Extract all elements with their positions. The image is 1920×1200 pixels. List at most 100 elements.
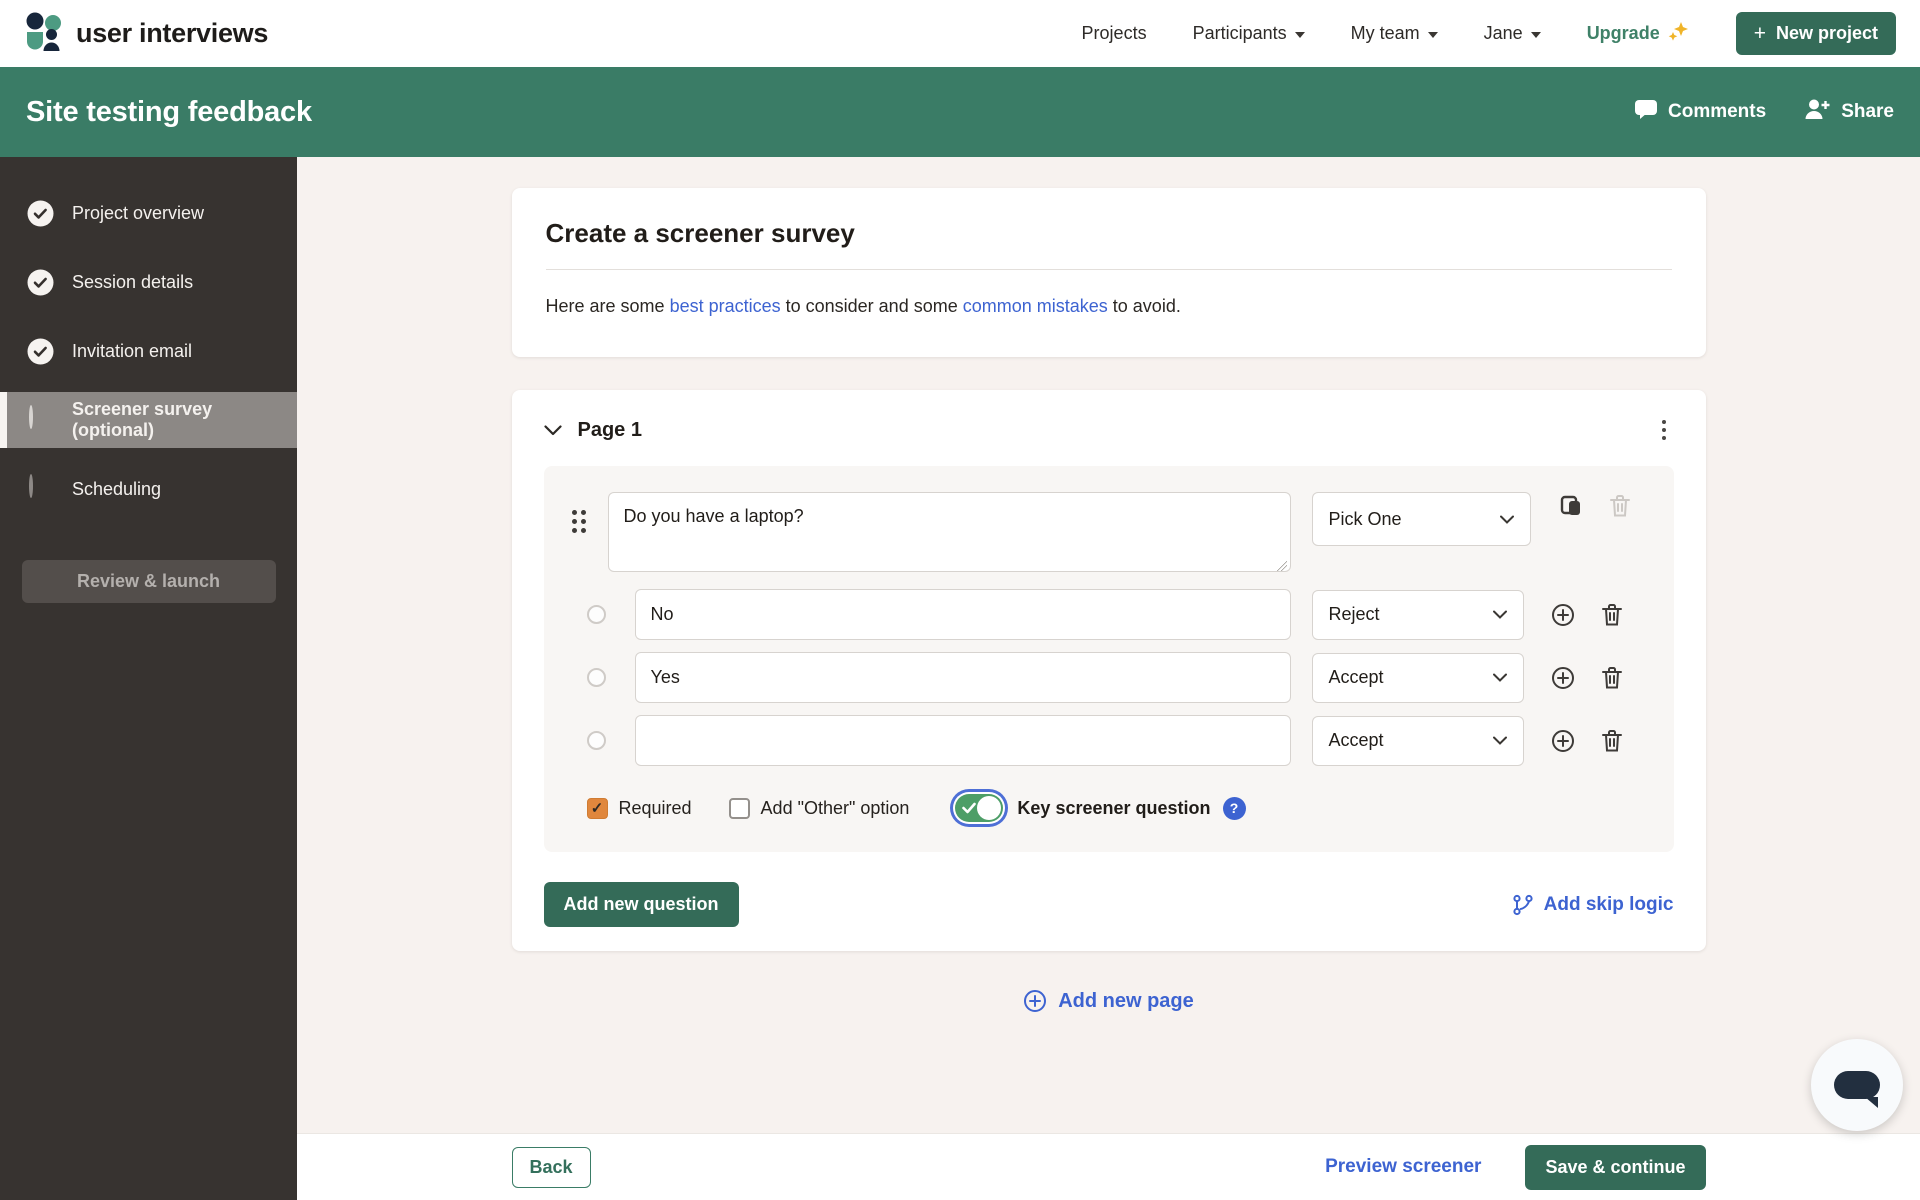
sparkles-icon	[1668, 20, 1690, 47]
required-checkbox[interactable]: ✓	[587, 798, 608, 819]
add-other-checkbox[interactable]	[729, 798, 750, 819]
comment-bubble-icon	[1634, 98, 1658, 126]
key-screener-toggle[interactable]	[955, 794, 1003, 822]
chat-bubble-icon	[1834, 1071, 1880, 1099]
add-option-button[interactable]	[1549, 601, 1577, 629]
option-action-select[interactable]: Accept	[1312, 716, 1524, 766]
question-panel: Do you have a laptop? Pick One	[544, 466, 1674, 852]
trash-icon	[1601, 729, 1623, 753]
option-action-select[interactable]: Accept	[1312, 653, 1524, 703]
question-text-input[interactable]: Do you have a laptop?	[608, 492, 1291, 572]
delete-option-button[interactable]	[1599, 664, 1625, 692]
review-launch-button[interactable]: Review & launch	[22, 560, 276, 603]
check-circle-icon	[27, 338, 54, 365]
answer-option-row: Accept	[572, 715, 1646, 766]
divider	[546, 269, 1672, 270]
empty-circle-icon	[27, 476, 54, 503]
required-label: Required	[619, 798, 692, 819]
add-new-question-button[interactable]: Add new question	[544, 882, 739, 927]
copy-icon	[1559, 494, 1583, 518]
radio-icon	[587, 605, 606, 624]
nav-participants[interactable]: Participants	[1193, 23, 1305, 44]
intro-text: Here are some best practices to consider…	[546, 296, 1672, 317]
best-practices-link[interactable]: best practices	[670, 296, 781, 316]
delete-question-button	[1607, 492, 1633, 520]
chevron-down-icon	[1493, 673, 1507, 682]
wizard-footer: Back Preview screener Save & continue	[297, 1133, 1920, 1200]
toggle-knob	[977, 796, 1001, 820]
share-button[interactable]: Share	[1804, 98, 1894, 126]
add-new-page-link[interactable]: Add new page	[1023, 989, 1194, 1013]
survey-page-card: Page 1 Do you have a laptop?	[512, 390, 1706, 951]
option-text-input[interactable]	[635, 589, 1291, 640]
question-type-select[interactable]: Pick One	[1312, 492, 1531, 546]
sidebar-item-invitation-email[interactable]: Invitation email	[0, 323, 297, 379]
project-title: Site testing feedback	[26, 96, 312, 129]
brand-logo-icon	[24, 11, 64, 56]
main-content: Create a screener survey Here are some b…	[297, 157, 1920, 1133]
option-text-input[interactable]	[635, 652, 1291, 703]
sidebar-item-session-details[interactable]: Session details	[0, 254, 297, 310]
add-option-button[interactable]	[1549, 727, 1577, 755]
upgrade-link[interactable]: Upgrade	[1587, 20, 1690, 47]
project-header: Site testing feedback Comments Share	[0, 67, 1920, 157]
top-nav: user interviews Projects Participants My…	[0, 0, 1920, 67]
back-button[interactable]: Back	[512, 1147, 591, 1188]
nav-my-team[interactable]: My team	[1351, 23, 1438, 44]
trash-icon	[1601, 603, 1623, 627]
delete-option-button[interactable]	[1599, 727, 1625, 755]
collapse-page-button[interactable]	[544, 425, 562, 436]
nav-links: Projects Participants My team Jane Upgra…	[1082, 12, 1896, 55]
brand-name: user interviews	[76, 18, 268, 49]
chevron-down-icon	[544, 425, 562, 436]
new-project-button[interactable]: + New project	[1736, 12, 1896, 55]
delete-option-button[interactable]	[1599, 601, 1625, 629]
chevron-down-icon	[1531, 32, 1541, 38]
chevron-down-icon	[1493, 610, 1507, 619]
empty-circle-icon	[27, 407, 54, 434]
sidebar-item-scheduling[interactable]: Scheduling	[0, 461, 297, 517]
page-menu-button[interactable]	[1654, 416, 1674, 444]
help-icon[interactable]: ?	[1223, 797, 1246, 820]
check-circle-icon	[27, 269, 54, 296]
trash-icon	[1601, 666, 1623, 690]
answer-option-row: Reject	[572, 589, 1646, 640]
brand-logo[interactable]: user interviews	[24, 11, 268, 56]
steps-sidebar: Project overview Session details Invitat…	[0, 157, 297, 1200]
comments-button[interactable]: Comments	[1634, 98, 1766, 126]
check-icon	[962, 802, 977, 814]
page-name: Page 1	[578, 419, 642, 442]
add-option-button[interactable]	[1549, 664, 1577, 692]
trash-icon	[1609, 494, 1631, 518]
duplicate-question-button[interactable]	[1557, 492, 1585, 520]
sidebar-item-project-overview[interactable]: Project overview	[0, 185, 297, 241]
nav-user-menu[interactable]: Jane	[1484, 23, 1541, 44]
add-skip-logic-link[interactable]: Add skip logic	[1512, 894, 1674, 916]
plus-circle-icon	[1551, 603, 1575, 627]
chevron-down-icon	[1295, 32, 1305, 38]
radio-icon	[587, 668, 606, 687]
intro-card: Create a screener survey Here are some b…	[512, 188, 1706, 357]
common-mistakes-link[interactable]: common mistakes	[963, 296, 1108, 316]
preview-screener-link[interactable]: Preview screener	[1325, 1156, 1481, 1178]
radio-icon	[587, 731, 606, 750]
plus-circle-icon	[1551, 729, 1575, 753]
chat-widget-button[interactable]	[1811, 1039, 1903, 1131]
option-action-select[interactable]: Reject	[1312, 590, 1524, 640]
nav-projects[interactable]: Projects	[1082, 23, 1147, 44]
add-other-label: Add "Other" option	[761, 798, 910, 819]
branch-icon	[1512, 894, 1534, 916]
chevron-down-icon	[1428, 32, 1438, 38]
answer-option-row: Accept	[572, 652, 1646, 703]
option-text-input[interactable]	[635, 715, 1291, 766]
check-circle-icon	[27, 200, 54, 227]
plus-circle-icon	[1551, 666, 1575, 690]
drag-handle-icon[interactable]	[572, 510, 586, 533]
page-title: Create a screener survey	[546, 218, 1672, 249]
plus-icon: +	[1754, 27, 1766, 41]
save-continue-button[interactable]: Save & continue	[1525, 1145, 1705, 1190]
sidebar-item-screener-survey[interactable]: Screener survey (optional)	[0, 392, 297, 448]
chevron-down-icon	[1493, 736, 1507, 745]
person-plus-icon	[1804, 98, 1831, 126]
key-screener-label: Key screener question	[1017, 798, 1210, 819]
